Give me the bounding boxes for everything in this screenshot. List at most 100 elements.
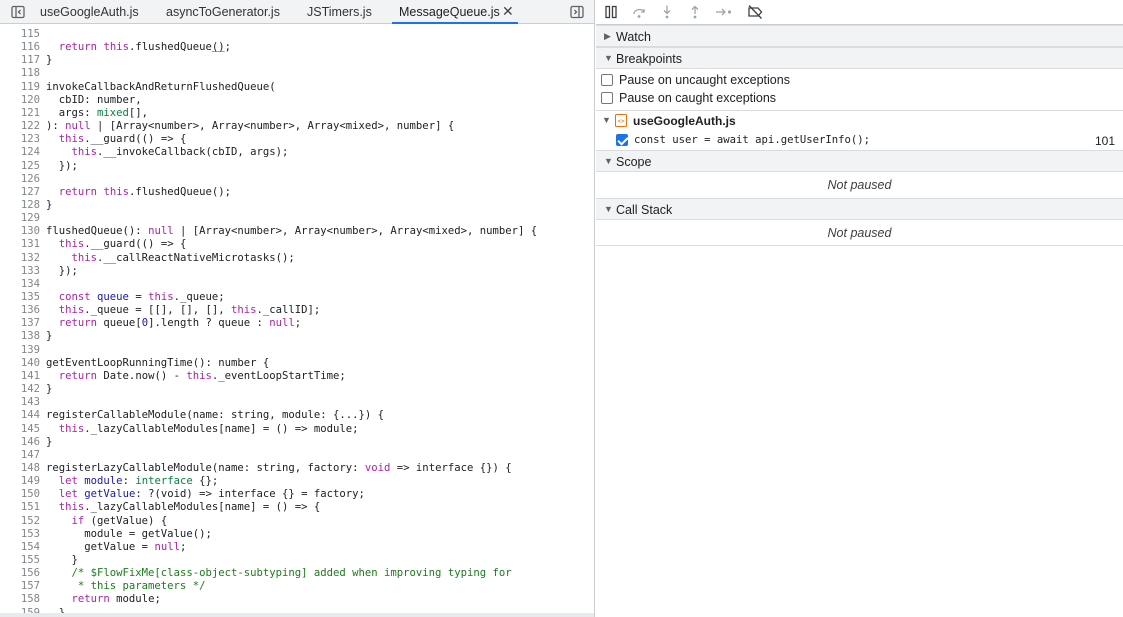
code-line[interactable]: 142} [0,383,594,396]
code-line[interactable]: 139 [0,344,594,357]
code-line[interactable]: 138} [0,330,594,343]
code-line[interactable]: 120 cbID: number, [0,94,594,107]
line-number[interactable]: 119 [0,81,40,94]
line-number[interactable]: 143 [0,396,40,409]
line-number[interactable]: 121 [0,107,40,120]
pause-uncaught-option[interactable]: Pause on uncaught exceptions [596,71,1123,89]
code-line[interactable]: 128} [0,199,594,212]
line-number[interactable]: 118 [0,67,40,80]
line-number[interactable]: 148 [0,462,40,475]
code-line[interactable]: 158 return module; [0,593,594,606]
step-over-icon[interactable] [631,4,647,20]
breakpoint-checkbox[interactable] [616,134,628,146]
line-number[interactable]: 137 [0,317,40,330]
code-area[interactable]: 115 116 return this.flushedQueue(); 117} 11… [0,24,594,613]
line-number[interactable]: 123 [0,133,40,146]
code-line[interactable]: 119 invokeCallbackAndReturnFlushedQueue( [0,81,594,94]
tab-asyncToGenerator[interactable]: asyncToGenerator.js [166,0,280,24]
code-line[interactable]: 131 this.__guard(() => { [0,238,594,251]
tab-MessageQueue[interactable]: MessageQueue.js [392,0,518,24]
close-tab-icon[interactable]: ✕ [502,0,514,24]
toggle-debugger-icon[interactable] [570,5,584,19]
code-line[interactable]: 146} [0,436,594,449]
line-number[interactable]: 129 [0,212,40,225]
code-line[interactable]: 127 return this.flushedQueue(); [0,186,594,199]
code-line[interactable]: 136 this._queue = [[], [], [], this._cal… [0,304,594,317]
tab-JSTimers[interactable]: JSTimers.js [307,0,372,24]
code-line[interactable]: 157 * this parameters */ [0,580,594,593]
line-number[interactable]: 145 [0,423,40,436]
line-number[interactable]: 158 [0,593,40,606]
code-line[interactable]: 124 this.__invokeCallback(cbID, args); [0,146,594,159]
line-number[interactable]: 135 [0,291,40,304]
code-line[interactable]: 148 registerLazyCallableModule(name: stri… [0,462,594,475]
line-number[interactable]: 130 [0,225,40,238]
toggle-navigator-icon[interactable] [11,5,25,19]
code-line[interactable]: 133 }); [0,265,594,278]
breakpoint-file-group[interactable]: ▼ <> useGoogleAuth.js [596,111,1123,131]
line-number[interactable]: 139 [0,344,40,357]
code-line[interactable]: 125 }); [0,160,594,173]
pause-icon[interactable] [603,4,619,20]
line-number[interactable]: 126 [0,173,40,186]
line-number[interactable]: 132 [0,252,40,265]
step-out-icon[interactable] [687,4,703,20]
code-line[interactable]: 129 [0,212,594,225]
code-line[interactable]: 118 [0,67,594,80]
line-number[interactable]: 131 [0,238,40,251]
breakpoint-entry[interactable]: const user = await api.getUserInfo(); 10… [596,131,1123,149]
step-icon[interactable] [714,4,734,20]
code-line[interactable]: 126 [0,173,594,186]
line-number[interactable]: 125 [0,160,40,173]
code-line[interactable]: 123 this.__guard(() => { [0,133,594,146]
line-number[interactable]: 157 [0,580,40,593]
scope-section-header[interactable]: ▼ Scope [596,150,1123,172]
breakpoints-section-header[interactable]: ▼ Breakpoints [596,47,1123,69]
line-number[interactable]: 142 [0,383,40,396]
code-line[interactable]: 149 let module: interface {}; [0,475,594,488]
code-line[interactable]: 135 const queue = this._queue; [0,291,594,304]
code-line[interactable]: 147 [0,449,594,462]
code-line[interactable]: 151 this._lazyCallableModules[name] = ()… [0,501,594,514]
tab-useGoogleAuth[interactable]: useGoogleAuth.js [40,0,139,24]
code-line[interactable]: 145 this._lazyCallableModules[name] = ()… [0,423,594,436]
line-number[interactable]: 128 [0,199,40,212]
watch-section-header[interactable]: ▶ Watch [596,25,1123,47]
horizontal-scrollbar[interactable] [0,613,594,617]
code-line[interactable]: 144 registerCallableModule(name: string, … [0,409,594,422]
line-number[interactable]: 150 [0,488,40,501]
line-number[interactable]: 117 [0,54,40,67]
pause-caught-checkbox[interactable] [601,92,613,104]
code-line[interactable]: 132 this.__callReactNativeMicrotasks(); [0,252,594,265]
line-number[interactable]: 116 [0,41,40,54]
code-line[interactable]: 156 /* $FlowFixMe[class-object-subtyping… [0,567,594,580]
code-line[interactable]: 137 return queue[0].length ? queue : nul… [0,317,594,330]
line-number[interactable]: 147 [0,449,40,462]
code-line[interactable]: 141 return Date.now() - this._eventLoopS… [0,370,594,383]
line-number[interactable]: 140 [0,357,40,370]
code-line[interactable]: 117} [0,54,594,67]
call-stack-section-header[interactable]: ▼ Call Stack [596,198,1123,220]
line-number[interactable]: 120 [0,94,40,107]
line-number[interactable]: 127 [0,186,40,199]
line-number[interactable]: 136 [0,304,40,317]
code-line[interactable]: 152 if (getValue) { [0,515,594,528]
line-number[interactable]: 151 [0,501,40,514]
line-number[interactable]: 149 [0,475,40,488]
code-line[interactable]: 143 [0,396,594,409]
pause-caught-option[interactable]: Pause on caught exceptions [596,89,1123,107]
code-line[interactable]: 115 [0,28,594,41]
line-number[interactable]: 154 [0,541,40,554]
deactivate-breakpoints-icon[interactable] [747,4,763,20]
step-into-icon[interactable] [659,4,675,20]
line-number[interactable]: 155 [0,554,40,567]
line-number[interactable]: 153 [0,528,40,541]
code-line[interactable]: 155 } [0,554,594,567]
code-line[interactable]: 154 getValue = null; [0,541,594,554]
code-line[interactable]: 130 flushedQueue(): null | [Array<number>… [0,225,594,238]
line-number[interactable]: 138 [0,330,40,343]
code-line[interactable]: 140 getEventLoopRunningTime(): number { [0,357,594,370]
line-number[interactable]: 124 [0,146,40,159]
pause-uncaught-checkbox[interactable] [601,74,613,86]
line-number[interactable]: 133 [0,265,40,278]
